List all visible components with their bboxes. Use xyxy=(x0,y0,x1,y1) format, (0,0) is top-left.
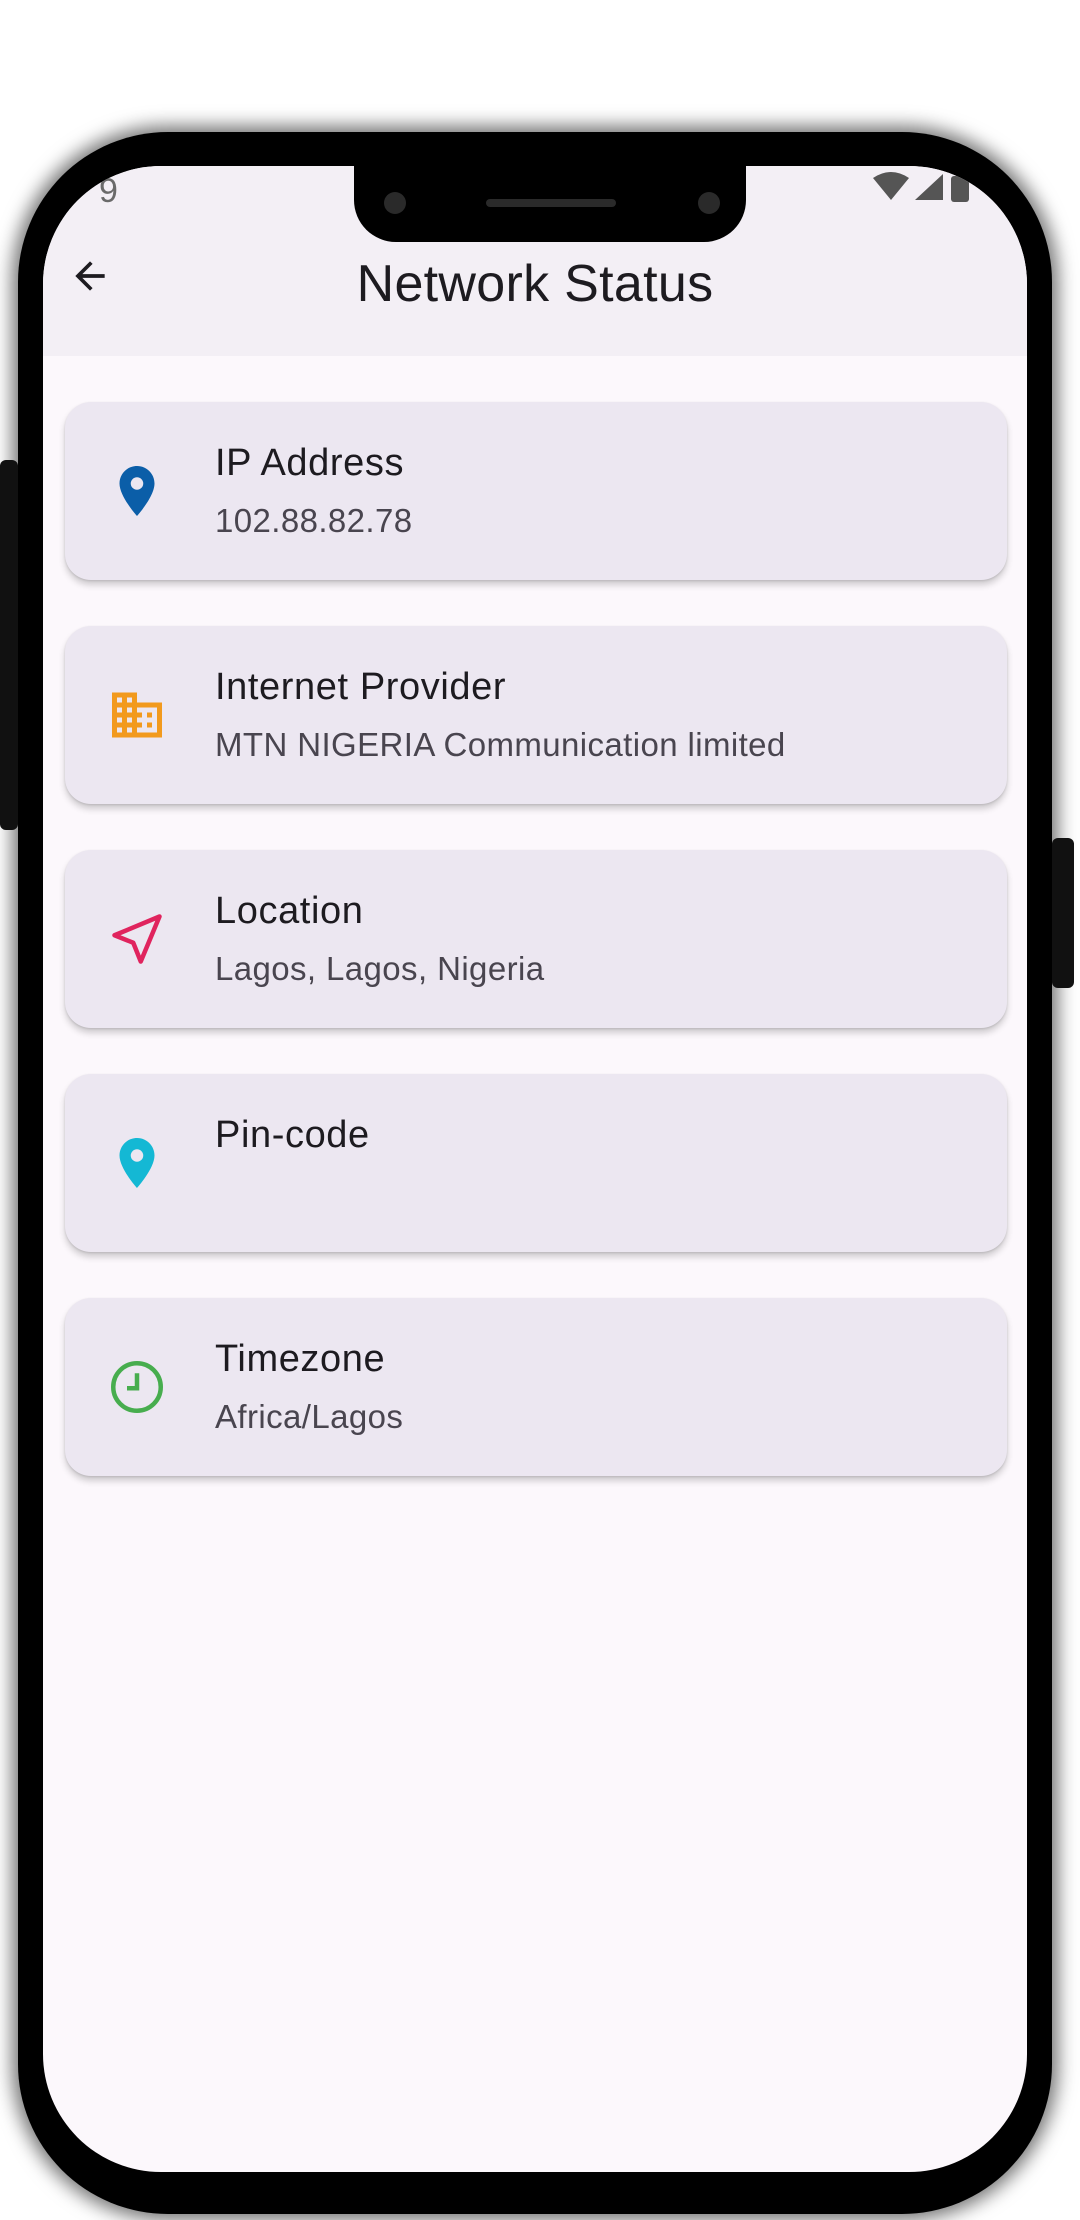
phone-notch xyxy=(354,166,746,242)
phone-power-button xyxy=(1052,838,1074,988)
card-label: Location xyxy=(215,890,364,932)
card-label: Pin-code xyxy=(215,1114,370,1156)
info-list: IP Address 102.88.82.78 Internet Provide… xyxy=(65,402,1007,1522)
internet-provider-card[interactable]: Internet Provider MTN NIGERIA Communicat… xyxy=(65,626,1007,804)
location-pin-icon xyxy=(105,1131,169,1195)
business-icon xyxy=(105,683,169,747)
card-value: MTN NIGERIA Communication limited xyxy=(215,726,786,763)
card-value: Africa/Lagos xyxy=(215,1398,404,1435)
page-title: Network Status xyxy=(356,255,714,313)
ip-address-card[interactable]: IP Address 102.88.82.78 xyxy=(65,402,1007,580)
card-value: Lagos, Lagos, Nigeria xyxy=(215,950,545,987)
phone-volume-button xyxy=(0,460,18,830)
camera-icon xyxy=(384,192,406,214)
app-screen: 9 Network Status IP Address 102.88.82.78 xyxy=(43,166,1027,2172)
card-label: Internet Provider xyxy=(215,666,507,708)
status-time: 9 xyxy=(99,172,118,210)
card-label: Timezone xyxy=(215,1338,386,1380)
location-card[interactable]: Location Lagos, Lagos, Nigeria xyxy=(65,850,1007,1028)
pin-code-card[interactable]: Pin-code xyxy=(65,1074,1007,1252)
card-value: 102.88.82.78 xyxy=(215,502,413,539)
cell-signal-icon xyxy=(915,174,943,200)
navigation-arrow-icon xyxy=(105,907,169,971)
speaker-grille xyxy=(486,199,616,207)
wifi-icon xyxy=(873,172,909,200)
sensor-dot xyxy=(698,192,720,214)
location-pin-icon xyxy=(105,459,169,523)
clock-icon xyxy=(105,1355,169,1419)
timezone-card[interactable]: Timezone Africa/Lagos xyxy=(65,1298,1007,1476)
battery-icon xyxy=(951,176,969,202)
card-label: IP Address xyxy=(215,442,405,484)
status-icons xyxy=(867,170,987,215)
